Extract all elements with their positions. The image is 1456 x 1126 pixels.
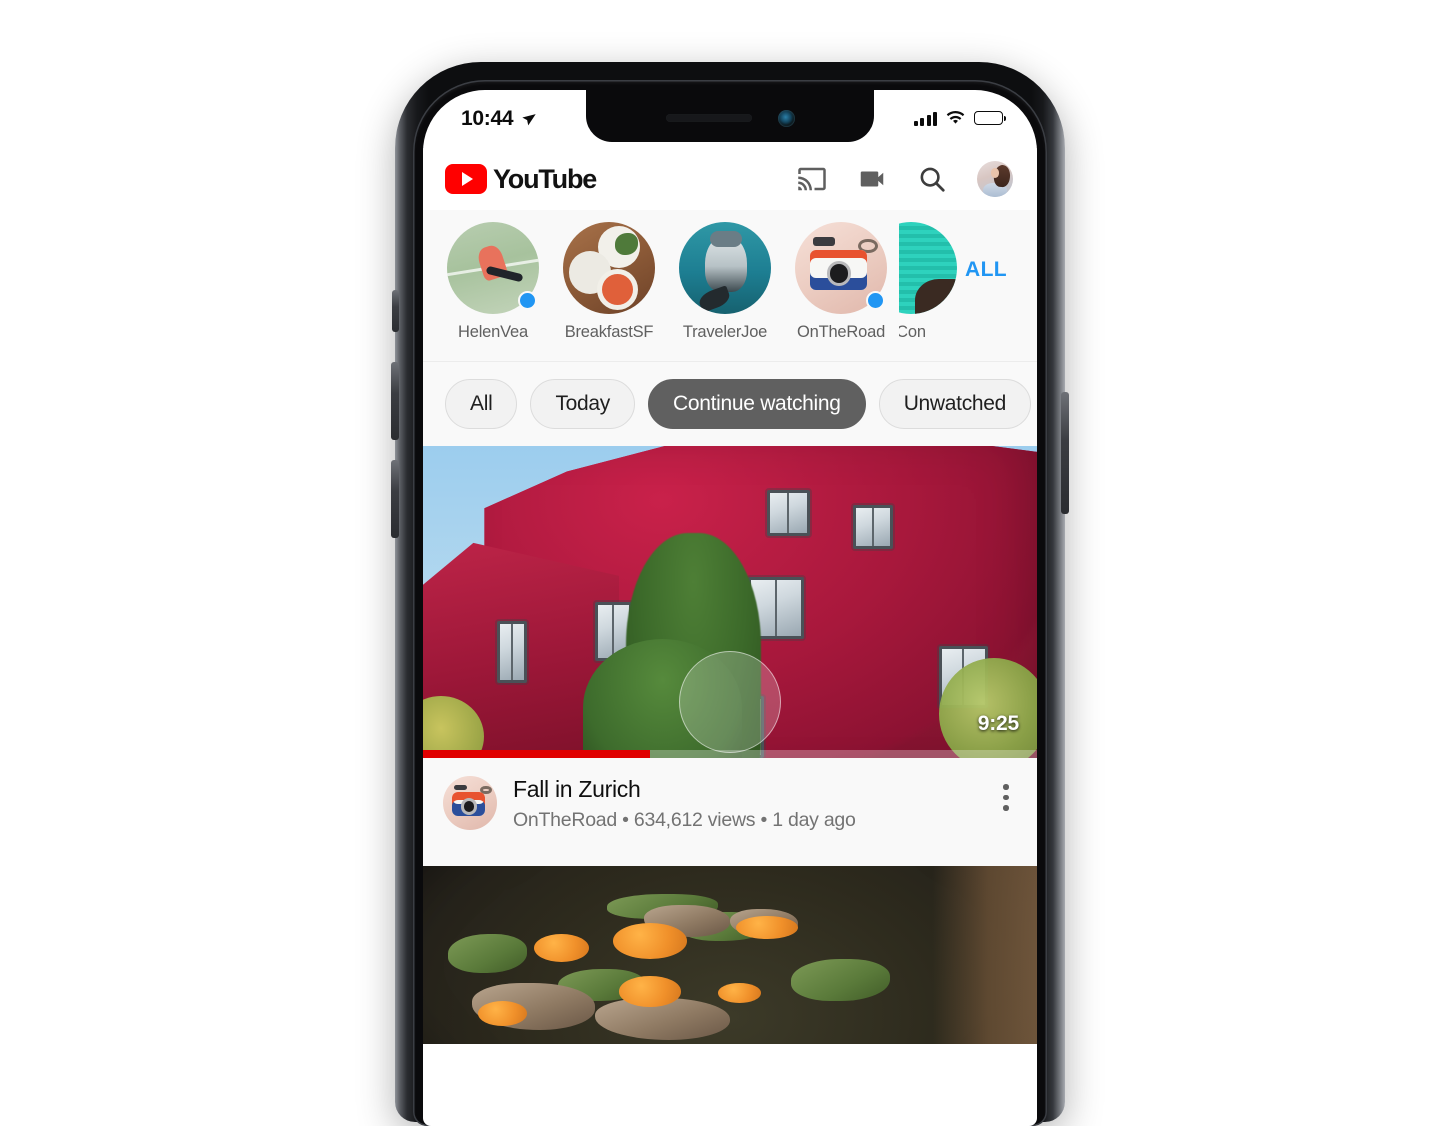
thumbnail-window (496, 620, 528, 684)
story-avatar (899, 222, 957, 314)
youtube-logo[interactable]: YouTube (445, 163, 597, 195)
story-label: BreakfastSF (564, 323, 654, 341)
volume-down-button[interactable] (391, 460, 399, 538)
phone-screen: 10:44 YouTube HelenVea BreakfastSF Trave… (423, 90, 1037, 1126)
video-duration-badge: 9:25 (977, 712, 1019, 735)
watch-progress-track (423, 750, 1037, 758)
story-item-ontheroad[interactable]: OnTheRoad (783, 222, 899, 342)
story-label: TravelerJoe (682, 323, 768, 341)
thumbnail-window (852, 505, 893, 549)
device-notch (586, 90, 874, 142)
story-new-badge-icon (866, 291, 885, 310)
channel-avatar[interactable] (443, 776, 497, 830)
story-avatar (679, 222, 771, 314)
header-actions (797, 161, 1013, 197)
watch-progress-fill (423, 750, 651, 758)
story-item-con[interactable]: Con (899, 222, 957, 342)
story-item-helenvea[interactable]: HelenVea (435, 222, 551, 342)
stories-all-button[interactable]: ALL (965, 222, 1007, 282)
thumbnail-food-carrot (533, 933, 589, 963)
front-camera-icon (777, 109, 795, 127)
power-button[interactable] (1061, 392, 1069, 514)
story-item-breakfastsf[interactable]: BreakfastSF (551, 222, 667, 342)
app-name: YouTube (493, 163, 597, 194)
chip-today[interactable]: Today (530, 379, 635, 429)
app-header: YouTube (423, 148, 1037, 210)
thumbnail-food-green (447, 933, 528, 973)
thumbnail-food-carrot (619, 976, 681, 1007)
video-metadata: OnTheRoad • 634,612 views • 1 day ago (513, 808, 856, 831)
video-title: Fall in Zurich (513, 776, 641, 802)
cellular-signal-icon (913, 111, 937, 126)
video-info-row[interactable]: Fall in Zurich OnTheRoad • 634,612 views… (423, 758, 1037, 866)
create-video-icon[interactable] (857, 164, 887, 194)
story-label: Con (899, 323, 926, 341)
overflow-menu-icon[interactable] (993, 774, 1019, 811)
wifi-icon (946, 110, 965, 124)
chip-continue-watching[interactable]: Continue watching (648, 379, 866, 429)
status-bar-left: 10:44 (461, 104, 537, 131)
status-bar-right (913, 104, 1007, 126)
volume-up-button[interactable] (391, 362, 399, 440)
video-thumbnail-2[interactable] (423, 866, 1037, 1044)
thumbnail-bowl-rim (877, 866, 1037, 1044)
youtube-play-logo-icon (445, 164, 487, 194)
location-arrow-icon (522, 113, 536, 125)
battery-full-icon (974, 111, 1007, 125)
thumbnail-food-green (791, 958, 890, 1002)
story-item-travelerjoe[interactable]: TravelerJoe (667, 222, 783, 342)
chip-all[interactable]: All (445, 379, 518, 429)
tap-ripple-indicator (679, 650, 781, 753)
status-time: 10:44 (461, 107, 514, 130)
video-thumbnail[interactable]: 9:25 (423, 446, 1037, 758)
story-label: OnTheRoad (796, 323, 886, 341)
account-avatar[interactable] (977, 161, 1013, 197)
silent-switch-button[interactable] (392, 290, 399, 332)
filter-chips-row[interactable]: All Today Continue watching Unwatched (423, 362, 1037, 446)
story-avatar (563, 222, 655, 314)
phone-device-frame: 10:44 YouTube HelenVea BreakfastSF Trave… (391, 62, 1069, 1126)
story-new-badge-icon (518, 291, 537, 310)
search-icon[interactable] (917, 164, 947, 194)
video-text-block: Fall in Zurich OnTheRoad • 634,612 views… (513, 774, 977, 832)
thumbnail-food-carrot (613, 922, 687, 959)
stories-row[interactable]: HelenVea BreakfastSF TravelerJoe OnTheRo… (423, 210, 1037, 362)
earpiece-speaker-icon (665, 114, 752, 122)
thumbnail-food-carrot (717, 983, 761, 1004)
chip-unwatched[interactable]: Unwatched (878, 379, 1032, 429)
cast-icon[interactable] (797, 164, 827, 194)
thumbnail-food-carrot (736, 915, 798, 939)
story-label: HelenVea (458, 323, 528, 341)
thumbnail-window (766, 489, 810, 537)
